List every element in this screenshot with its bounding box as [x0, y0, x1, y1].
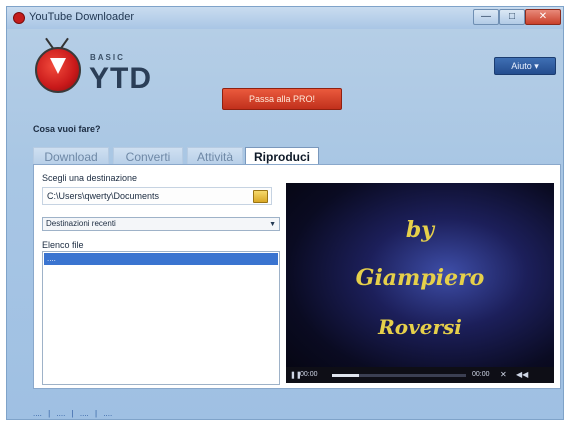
video-caption-line3: Roversi: [378, 315, 462, 339]
video-player[interactable]: by Giampiero Roversi ❚❚ 00:00 00:00 ✕ ◀◀: [286, 183, 554, 383]
minimize-button[interactable]: —: [473, 9, 499, 25]
list-item[interactable]: ....: [44, 253, 278, 265]
prompt-label: Cosa vuoi fare?: [33, 124, 101, 134]
total-time: 00:00: [472, 371, 490, 378]
help-button[interactable]: Aiuto ▾: [494, 57, 556, 75]
footer-separator: |: [95, 409, 98, 418]
seek-bar[interactable]: [332, 374, 466, 377]
maximize-button[interactable]: □: [499, 9, 525, 25]
logo-basic-text: BASIC: [90, 53, 125, 62]
upgrade-pro-button[interactable]: Passa alla PRO!: [222, 88, 342, 110]
minimize-icon: —: [481, 11, 491, 22]
footer-separator: |: [71, 409, 74, 418]
logo-icon: [35, 47, 81, 93]
browse-folder-icon[interactable]: [253, 190, 268, 203]
elapsed-time: 00:00: [300, 371, 318, 378]
fullscreen-icon[interactable]: ✕: [500, 370, 507, 379]
footer-link-2[interactable]: ....: [56, 409, 65, 418]
file-list[interactable]: ....: [42, 251, 280, 385]
footer-links: .... | .... | .... | ....: [33, 409, 116, 418]
close-icon: ✕: [538, 11, 548, 22]
chevron-down-icon: ▼: [269, 221, 276, 228]
volume-icon[interactable]: ◀◀: [516, 370, 528, 379]
title-bar[interactable]: YouTube Downloader — □ ✕: [7, 7, 563, 29]
footer-link-4[interactable]: ....: [103, 409, 112, 418]
file-list-label: Elenco file: [42, 240, 84, 250]
destination-label: Scegli una destinazione: [42, 173, 138, 183]
footer-link-1[interactable]: ....: [33, 409, 42, 418]
play-panel: Scegli una destinazione Destinazioni rec…: [33, 164, 561, 389]
app-window: YouTube Downloader — □ ✕ BASIC YTD Passa…: [6, 6, 564, 420]
tab-converti[interactable]: Converti: [113, 147, 183, 165]
player-controls: ❚❚ 00:00 00:00 ✕ ◀◀: [286, 367, 554, 383]
video-caption-line2: Giampiero: [355, 265, 485, 291]
tab-riproduci[interactable]: Riproduci: [245, 147, 319, 165]
video-caption-line1: by: [405, 217, 435, 243]
footer-link-3[interactable]: ....: [80, 409, 89, 418]
recent-destinations-label: Destinazioni recenti: [46, 219, 116, 228]
logo-name: YTD: [89, 62, 152, 95]
window-title: YouTube Downloader: [29, 11, 134, 23]
destination-path-input[interactable]: [42, 187, 272, 205]
app-icon: [13, 12, 25, 24]
download-arrow-icon: [50, 58, 66, 74]
recent-destinations-select[interactable]: Destinazioni recenti ▼: [42, 217, 280, 231]
close-button[interactable]: ✕: [525, 9, 561, 25]
maximize-icon: □: [508, 11, 516, 22]
tab-attivita[interactable]: Attività: [187, 147, 243, 165]
tab-download[interactable]: Download: [33, 147, 109, 165]
seek-bar-fill: [332, 374, 359, 377]
footer-separator: |: [48, 409, 51, 418]
